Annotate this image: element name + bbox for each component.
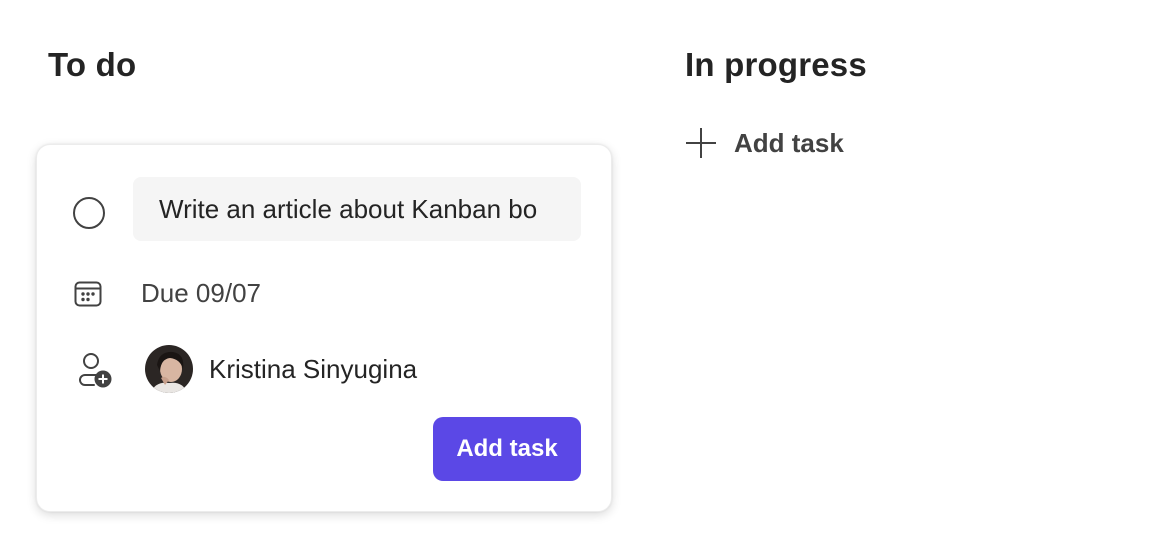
avatar [145, 345, 193, 393]
add-task-link-label: Add task [734, 127, 844, 158]
column-title-in-progress: In progress [685, 46, 867, 83]
task-title-input[interactable] [133, 177, 581, 241]
complete-task-circle-icon[interactable] [73, 197, 105, 229]
kanban-board: To do Due 09/07 Kristi [0, 0, 1164, 548]
new-task-card: Due 09/07 Kristina Sinyugina Add task [36, 144, 612, 512]
add-task-button[interactable]: Add task [433, 417, 581, 481]
person-add-icon[interactable] [77, 351, 117, 391]
assignee-name: Kristina Sinyugina [209, 354, 418, 384]
calendar-icon[interactable] [73, 279, 103, 309]
add-task-link-in-progress[interactable]: Add task [684, 126, 844, 160]
due-date-label[interactable]: Due 09/07 [141, 278, 261, 309]
column-title-to-do: To do [48, 46, 137, 83]
plus-icon [686, 128, 716, 158]
